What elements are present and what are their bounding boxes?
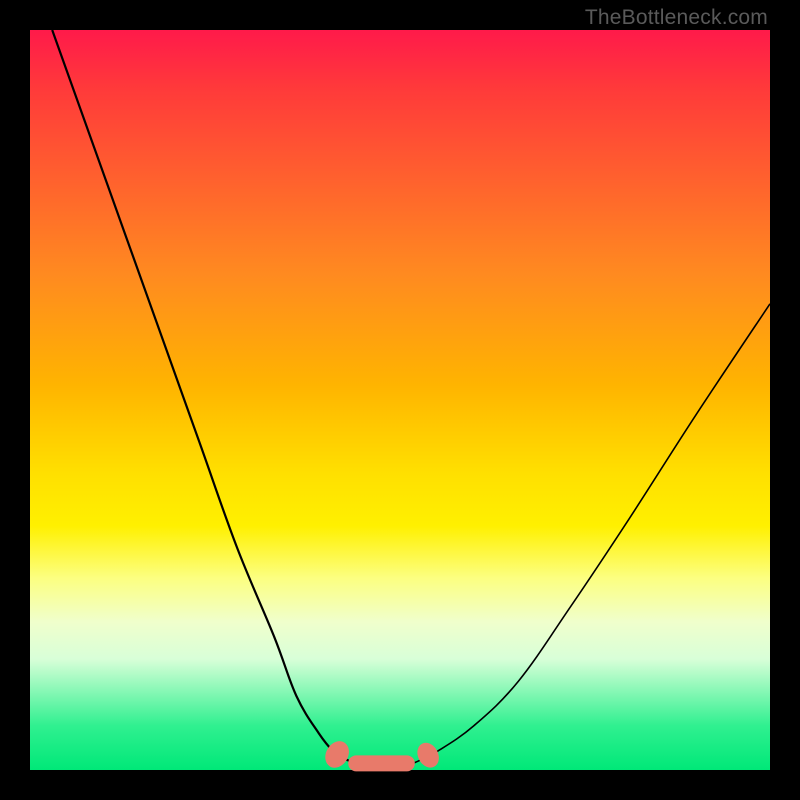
chart-canvas: TheBottleneck.com xyxy=(0,0,800,800)
left-curve xyxy=(52,30,355,763)
right-bead xyxy=(413,739,443,771)
curve-layer xyxy=(30,30,770,770)
attribution-label: TheBottleneck.com xyxy=(585,6,768,30)
floor-bead-bar xyxy=(348,755,415,771)
plot-area xyxy=(30,30,770,770)
right-curve xyxy=(415,304,770,763)
